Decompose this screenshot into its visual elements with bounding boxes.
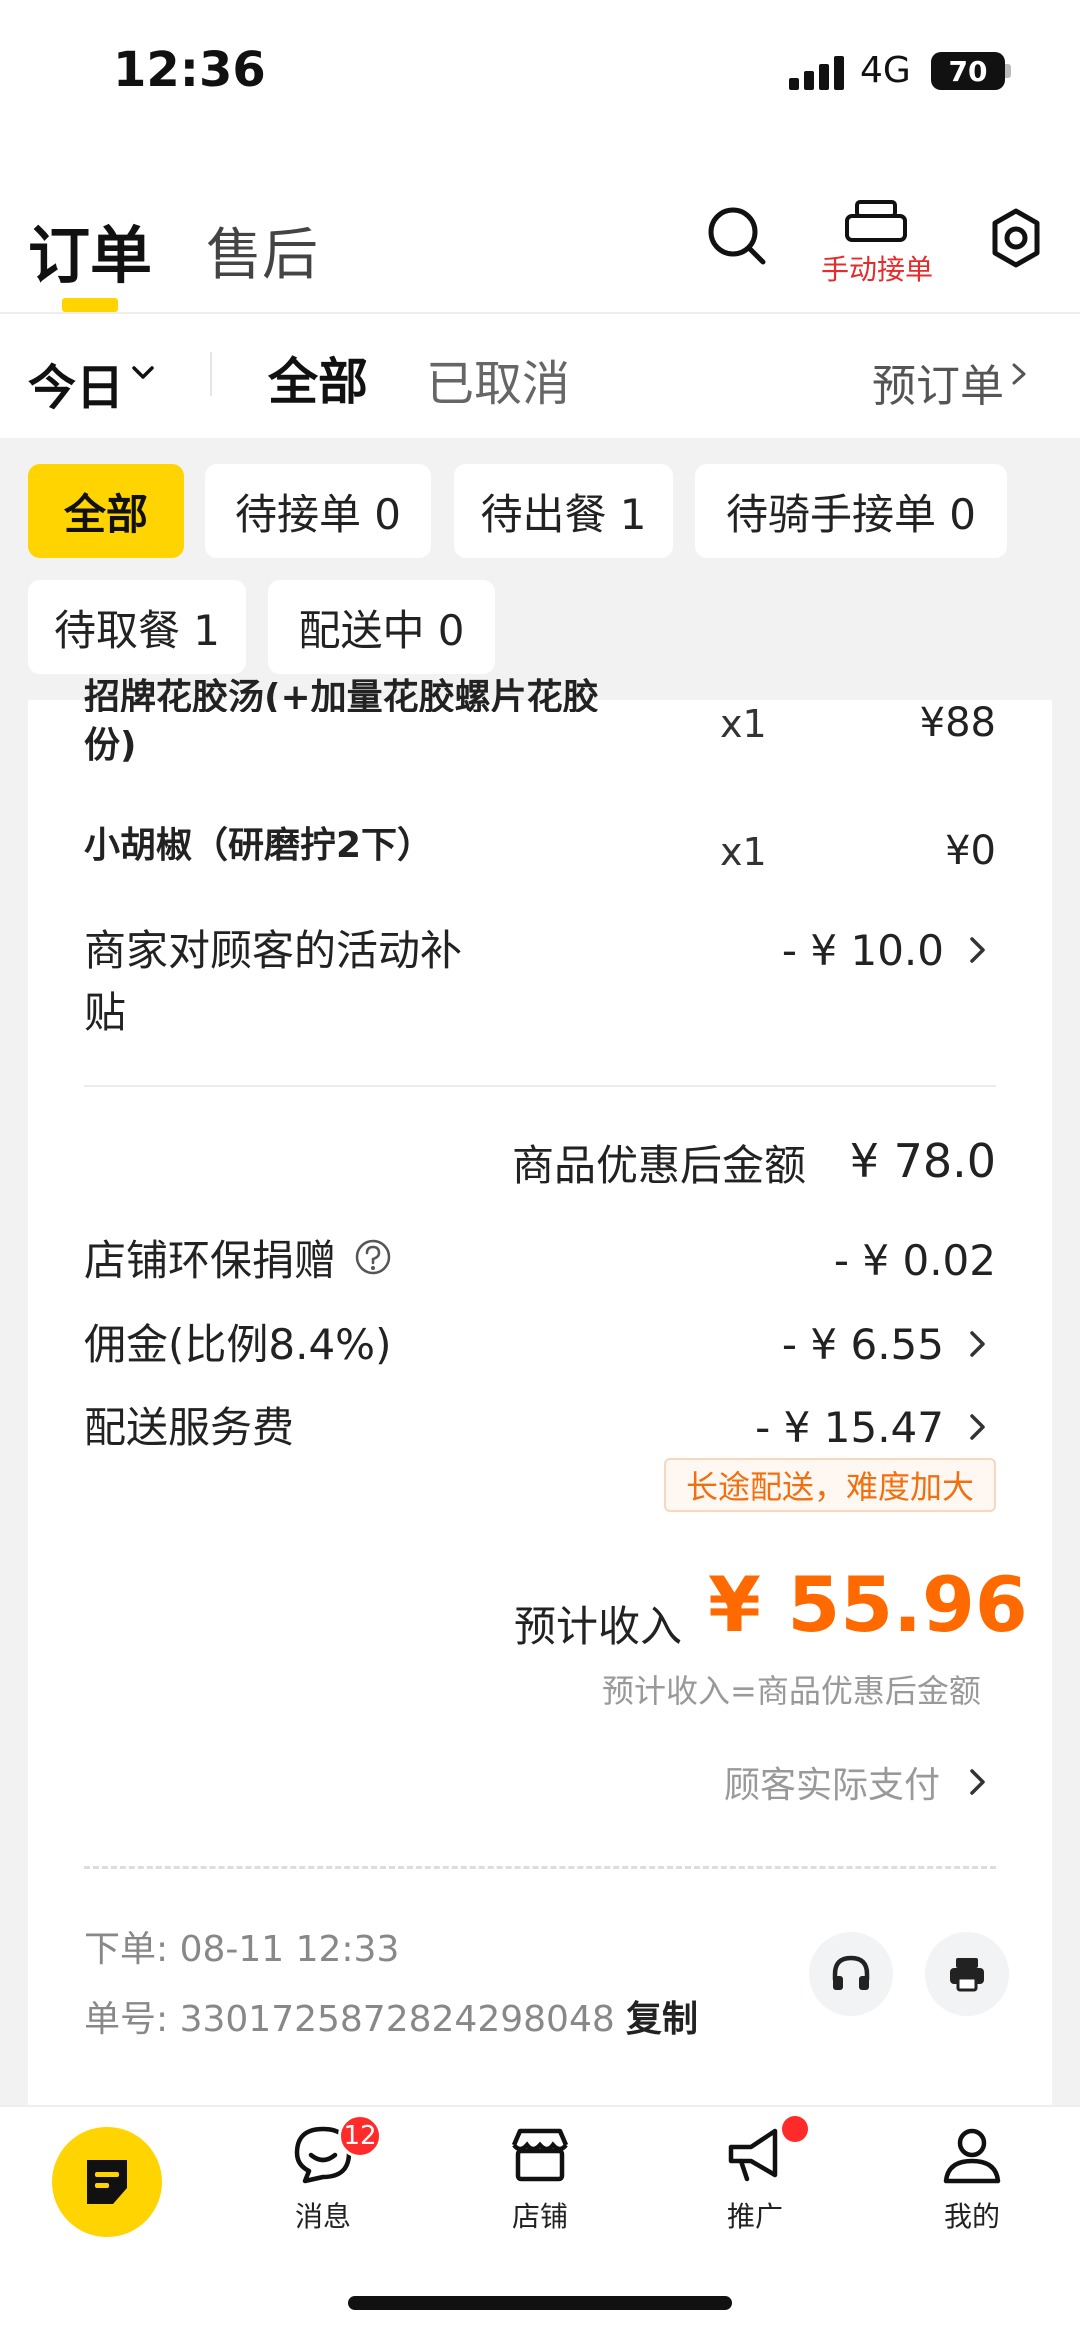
eco-donation-label: 店铺环保捐赠 xyxy=(84,1236,337,1285)
item-price: ¥88 xyxy=(919,700,996,746)
filter-tab-cancelled[interactable]: 已取消 xyxy=(426,344,570,414)
chevron-right-icon[interactable] xyxy=(968,935,988,965)
network-type: 4G xyxy=(860,50,911,91)
chevron-right-icon[interactable] xyxy=(968,1412,988,1442)
estimated-income-value: ¥ 55.96 xyxy=(708,1560,1028,1649)
item-qty: x1 xyxy=(720,830,767,874)
battery-icon: 70 xyxy=(931,52,1005,90)
tab-after-sales[interactable]: 售后 xyxy=(206,210,318,291)
delivery-fee-value[interactable]: - ¥ 15.47 xyxy=(755,1403,944,1452)
nav-profile-label[interactable]: 我的 xyxy=(912,2195,1032,2235)
message-badge: 12 xyxy=(338,2114,382,2158)
chip-delivering[interactable]: 配送中 0 xyxy=(268,580,495,674)
subsidy-label-line1: 商家对顾客的活动补 xyxy=(84,926,463,975)
divider xyxy=(84,1085,996,1087)
gear-icon[interactable] xyxy=(985,207,1047,269)
orders-icon xyxy=(87,2160,127,2204)
item-name-line1: 招牌花胶汤(+加量花胶螺片花胶 xyxy=(84,677,599,712)
dashed-divider xyxy=(84,1866,996,1869)
estimated-income-label: 预计收入 xyxy=(514,1602,683,1651)
chevron-right-icon[interactable] xyxy=(968,1767,988,1797)
long-distance-notice: 长途配送，难度加大 xyxy=(664,1458,996,1512)
chip-all[interactable]: 全部 xyxy=(28,464,184,558)
item-qty: x1 xyxy=(720,702,767,746)
nav-store-label[interactable]: 店铺 xyxy=(480,2195,600,2235)
income-formula: 预计收入=商品优惠后金额 xyxy=(602,1672,981,1710)
chevron-down-icon xyxy=(132,366,154,379)
chip-pending-pickup[interactable]: 待取餐 1 xyxy=(28,580,246,674)
delivery-fee-label: 配送服务费 xyxy=(84,1403,295,1452)
chip-pending-accept[interactable]: 待接单 0 xyxy=(205,464,431,558)
item-name: 小胡椒（研磨拧2下） xyxy=(84,825,434,866)
headset-icon xyxy=(832,1955,870,1990)
chip-pending-rider[interactable]: 待骑手接单 0 xyxy=(695,464,1007,558)
nav-messages-label[interactable]: 消息 xyxy=(263,2195,383,2235)
chevron-right-icon xyxy=(1012,363,1026,385)
printer-icon xyxy=(950,1958,984,1992)
date-selector[interactable]: 今日 xyxy=(28,348,124,418)
chip-pending-meal[interactable]: 待出餐 1 xyxy=(454,464,673,558)
chevron-right-icon[interactable] xyxy=(968,1329,988,1359)
signal-icon xyxy=(789,56,844,90)
manual-accept-button[interactable]: 手动接单 xyxy=(821,248,933,288)
after-discount-value: ¥ 78.0 xyxy=(849,1134,996,1188)
copy-button[interactable]: 复制 xyxy=(626,1990,698,2042)
customer-service-button[interactable] xyxy=(809,1932,893,2016)
item-name-line2: 份) xyxy=(84,725,137,766)
item-price: ¥0 xyxy=(945,828,996,874)
eco-donation-value: - ¥ 0.02 xyxy=(833,1236,996,1285)
divider xyxy=(210,352,212,396)
filter-tab-all[interactable]: 全部 xyxy=(268,342,368,414)
promo-red-dot xyxy=(782,2116,808,2142)
store-icon[interactable] xyxy=(508,2125,572,2185)
preorder-link[interactable]: 预订单 xyxy=(872,350,1004,414)
commission-label: 佣金(比例8.4%) xyxy=(84,1320,392,1369)
home-indicator xyxy=(348,2296,732,2310)
battery-cap xyxy=(1005,64,1011,78)
order-number: 单号: 3301725872824298048 xyxy=(84,1999,615,2040)
order-placed-time: 下单: 08-11 12:33 xyxy=(84,1929,400,1970)
orders-home-button[interactable] xyxy=(52,2127,162,2237)
subsidy-value[interactable]: - ¥ 10.0 xyxy=(782,926,944,975)
commission-value[interactable]: - ¥ 6.55 xyxy=(782,1320,944,1369)
customer-paid-link[interactable]: 顾客实际支付 xyxy=(724,1756,940,1808)
tab-active-indicator xyxy=(62,298,118,312)
nav-promotion-label[interactable]: 推广 xyxy=(695,2195,815,2235)
user-icon[interactable] xyxy=(940,2125,1004,2185)
megaphone-icon[interactable] xyxy=(723,2125,787,2185)
print-button[interactable] xyxy=(925,1932,1009,2016)
tab-orders[interactable]: 订单 xyxy=(28,205,152,295)
help-icon[interactable] xyxy=(354,1238,392,1276)
status-time: 12:36 xyxy=(113,42,266,98)
after-discount-label: 商品优惠后金额 xyxy=(512,1141,807,1190)
printer-icon[interactable] xyxy=(845,200,907,250)
subsidy-label-line2: 贴 xyxy=(84,988,127,1037)
search-icon[interactable] xyxy=(706,205,768,267)
